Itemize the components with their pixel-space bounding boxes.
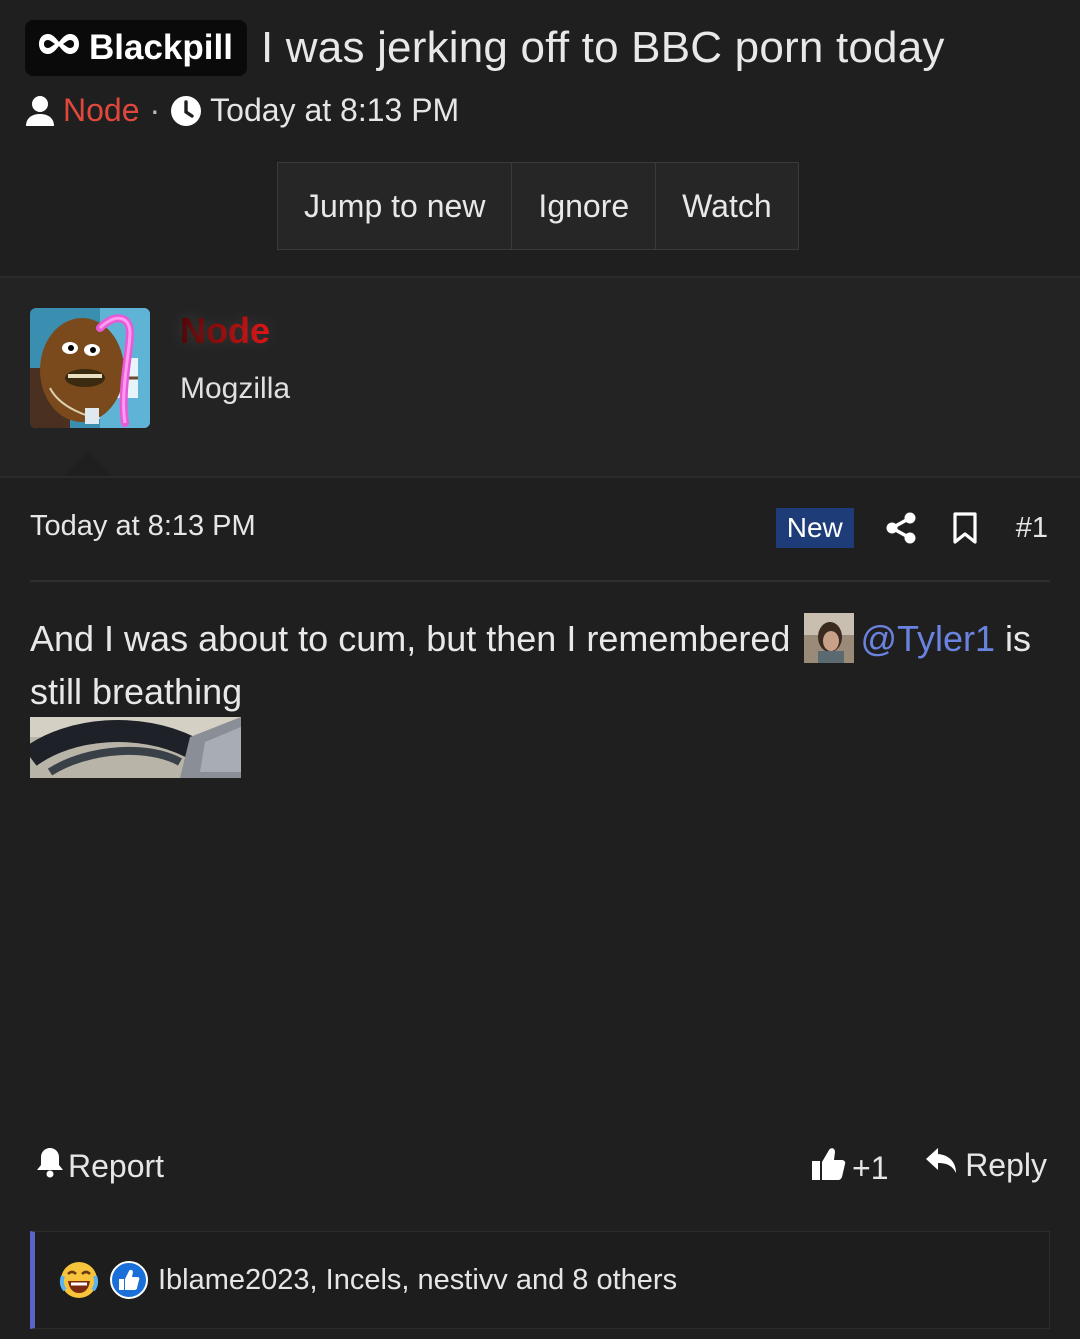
post-author-block: Node Mogzilla (0, 278, 1080, 478)
infinity-logo-icon (37, 28, 81, 69)
reactions-bar[interactable]: Iblame2023, Incels, nestivv and 8 others (30, 1231, 1050, 1329)
post-timestamp[interactable]: Today at 8:13 PM (30, 510, 256, 543)
share-icon[interactable] (886, 512, 916, 544)
thread-start-time[interactable]: Today at 8:13 PM (210, 92, 459, 129)
report-label: Report (68, 1147, 165, 1184)
watch-button[interactable]: Watch (656, 163, 798, 249)
reply-button[interactable]: Reply (925, 1146, 1047, 1184)
thumbs-up-icon (810, 1146, 846, 1190)
like-reaction-icon (109, 1260, 149, 1300)
thread-header: Blackpill I was jerking off to BBC porn … (0, 0, 1080, 277)
new-badge: New (775, 508, 854, 548)
thread-title: I was jerking off to BBC porn today (260, 23, 945, 72)
reply-icon (925, 1146, 957, 1184)
message-arrow (62, 452, 114, 478)
reply-label: Reply (965, 1146, 1047, 1183)
thread-button-group: Jump to new Ignore Watch (277, 162, 799, 250)
bell-icon (36, 1146, 64, 1186)
title-row: Blackpill I was jerking off to BBC porn … (25, 20, 945, 76)
post-divider (30, 580, 1050, 582)
post-attribution-actions: New #1 (775, 506, 1048, 550)
prefix-badge[interactable]: Blackpill (25, 20, 247, 76)
jump-to-new-button[interactable]: Jump to new (278, 163, 513, 249)
meta-separator: · (149, 92, 161, 128)
thread-author-link[interactable]: Node (63, 92, 140, 129)
post-author-name[interactable]: Node (180, 310, 270, 352)
like-count: +1 (852, 1149, 889, 1186)
post-author-title: Mogzilla (180, 372, 291, 405)
avatar[interactable] (30, 308, 150, 428)
mention-avatar[interactable] (804, 613, 855, 663)
post-image-attachment[interactable] (30, 717, 241, 778)
post-number-link[interactable]: #1 (1016, 512, 1048, 545)
user-mention-link[interactable]: @Tyler1 (860, 618, 995, 659)
post-body: And I was about to cum, but then I remem… (30, 612, 1050, 718)
report-button[interactable]: Report (36, 1146, 164, 1186)
ignore-button[interactable]: Ignore (512, 163, 657, 249)
author-divider (0, 476, 1080, 478)
bookmark-icon[interactable] (952, 512, 978, 544)
clock-icon (170, 95, 202, 127)
prefix-label: Blackpill (89, 28, 233, 67)
post-text-start: And I was about to cum, but then I remem… (30, 618, 791, 659)
reactions-list: Iblame2023, Incels, nestivv and 8 others (158, 1263, 678, 1296)
like-button[interactable]: +1 (810, 1146, 888, 1190)
thread-meta: Node · Today at 8:13 PM (25, 92, 459, 129)
user-icon (25, 95, 55, 127)
laughing-crying-emoji-icon (59, 1260, 99, 1300)
